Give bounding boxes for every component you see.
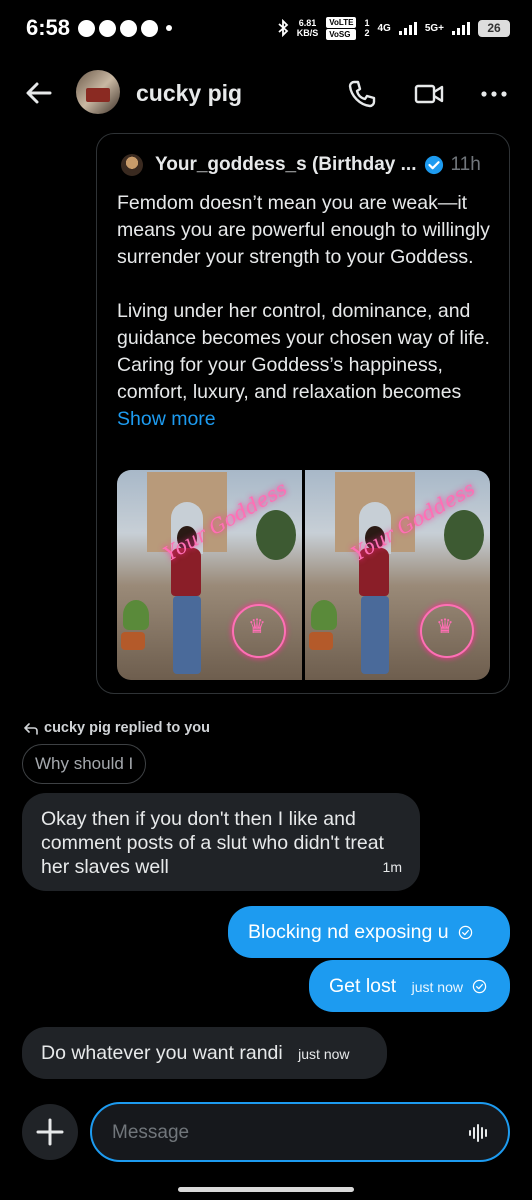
shared-post-card[interactable]: Your_goddess_s (Birthday ... 11h Femdom … (96, 133, 510, 694)
volte-badges: VoLTE VoSG (326, 16, 357, 41)
reply-context-label: cucky pig replied to you (44, 720, 210, 736)
post-text: Femdom doesn’t mean you are weak—it mean… (117, 192, 490, 430)
post-author-name: Your_goddess_s (Birthday ... (155, 154, 417, 175)
incoming-message[interactable]: Okay then if you don't then I like and c… (22, 793, 420, 891)
home-indicator[interactable] (178, 1187, 354, 1192)
message-text: Do whatever you want randi (41, 1042, 283, 1064)
replied-message-preview[interactable]: Why should I (22, 744, 147, 784)
more-options-icon[interactable] (478, 78, 510, 110)
crown-logo (420, 604, 474, 658)
crown-logo (232, 604, 286, 658)
message-time: 1m (382, 859, 402, 875)
post-photo-1[interactable]: Your Goddess (117, 470, 302, 680)
more-notifications-dot (166, 25, 173, 31)
show-more-link[interactable]: Show more (117, 408, 216, 430)
signal-bars-icon-2 (452, 21, 470, 35)
sim-numbers: 12 (364, 18, 370, 38)
phone-call-icon[interactable] (346, 78, 378, 110)
network-speed: 6.81 KB/S (296, 18, 319, 38)
status-time: 6:58 (26, 15, 71, 40)
back-arrow-icon[interactable] (22, 76, 56, 110)
outgoing-message[interactable]: Get lost just now (309, 960, 510, 1012)
post-header: Your_goddess_s (Birthday ... 11h (121, 154, 495, 176)
status-bar: 6:58 6.81 KB/S VoLTE VoSG 12 4G 5G+ 26 (0, 0, 532, 56)
network-4g: 4G (377, 22, 391, 34)
video-call-icon[interactable] (413, 78, 445, 110)
plus-icon (36, 1118, 64, 1146)
message-text: Get lost (329, 975, 397, 997)
voice-message-icon[interactable] (468, 1122, 490, 1144)
add-attachment-button[interactable] (22, 1104, 78, 1160)
bluetooth-icon (278, 19, 289, 37)
battery-indicator: 26 (478, 19, 510, 37)
reply-arrow-icon (24, 723, 38, 735)
read-check-icon (458, 926, 473, 940)
network-5g: 5G+ (424, 22, 444, 34)
contact-name[interactable]: cucky pig (136, 80, 242, 107)
verified-badge-icon (425, 155, 444, 175)
notification-icons (78, 19, 173, 37)
message-text: Okay then if you don't then I like and c… (41, 808, 384, 878)
chat-notification-icon (78, 19, 96, 37)
whatsapp-icon (99, 19, 117, 37)
message-composer[interactable] (90, 1102, 510, 1162)
post-media-gallery[interactable]: Your Goddess Your Goddess (117, 470, 490, 680)
post-author-avatar (121, 154, 143, 176)
read-check-icon (473, 980, 487, 994)
messenger-icon (141, 19, 159, 37)
message-text: Blocking nd exposing u (248, 921, 449, 943)
reply-context: cucky pig replied to you (24, 720, 210, 736)
message-input[interactable] (112, 1116, 452, 1150)
outgoing-message[interactable]: Blocking nd exposing u (228, 906, 510, 958)
snapchat-icon (120, 19, 138, 37)
incoming-message[interactable]: Do whatever you want randi just now (22, 1027, 387, 1079)
message-time: just now (298, 1046, 350, 1062)
contact-avatar[interactable] (76, 70, 120, 114)
status-indicators: 6.81 KB/S VoLTE VoSG 12 4G 5G+ 26 (277, 16, 510, 41)
message-time: just now (411, 979, 463, 995)
conversation-header: cucky pig (0, 62, 532, 124)
signal-bars-icon (398, 21, 417, 35)
post-timestamp: 11h (450, 154, 481, 175)
post-photo-2[interactable]: Your Goddess (305, 470, 490, 680)
